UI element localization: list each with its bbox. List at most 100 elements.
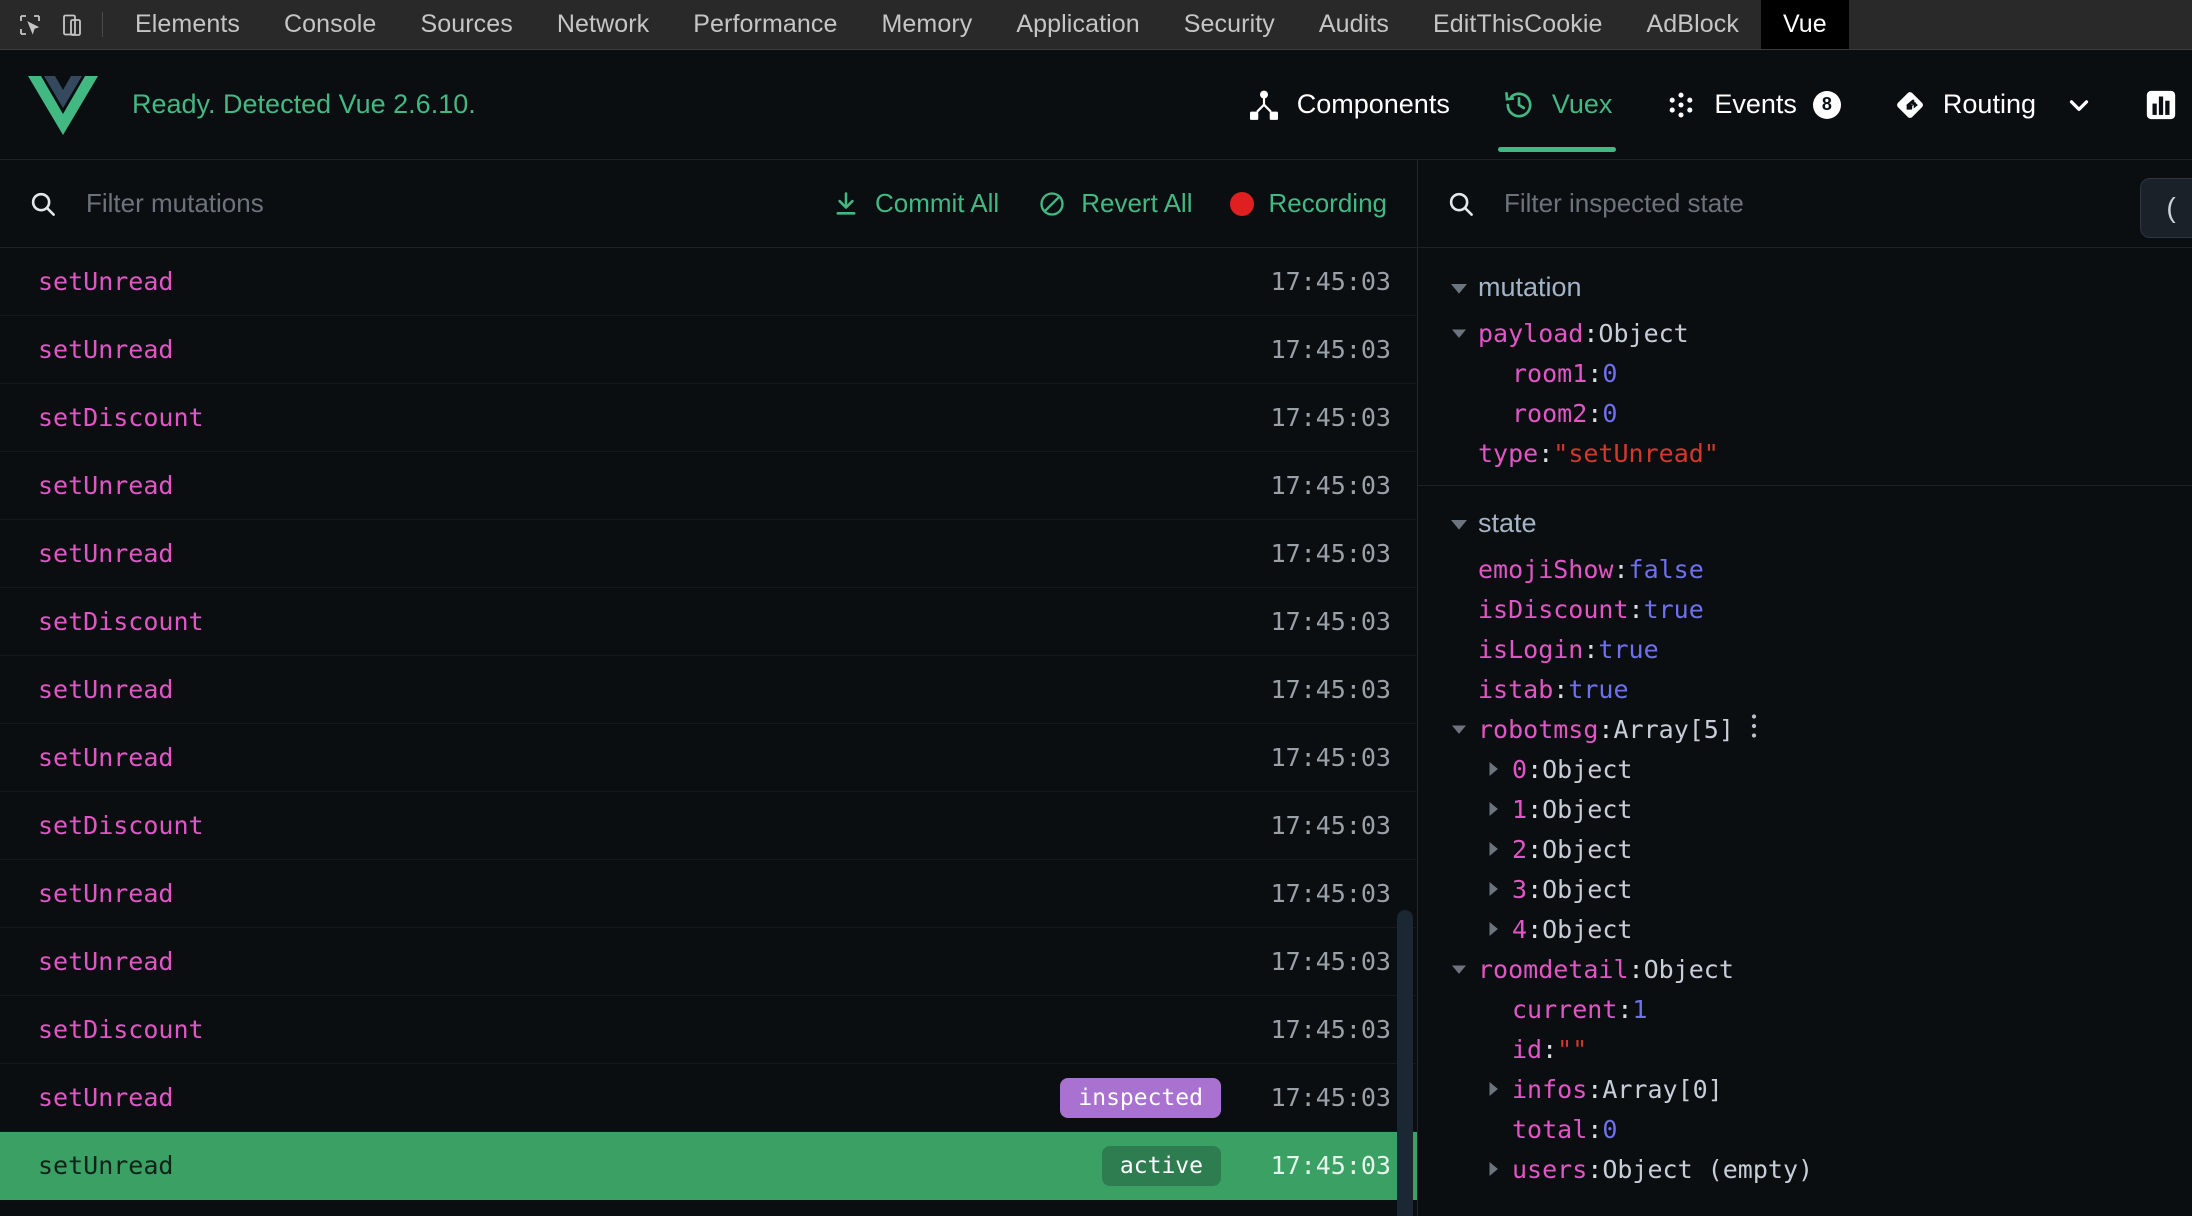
mutations-scrollbar-track[interactable]: [1397, 160, 1413, 1216]
tree-row[interactable]: current: 1: [1418, 989, 2192, 1029]
chevron-down-icon[interactable]: [1446, 716, 1472, 742]
tree-row[interactable]: emojiShow: false: [1418, 549, 2192, 589]
mutation-row-meta: 17:45:03: [1241, 267, 1391, 296]
bar-chart-icon[interactable]: [2120, 88, 2192, 122]
tree-row[interactable]: infos: Array[0]: [1418, 1069, 2192, 1109]
devtools-tab-console[interactable]: Console: [262, 0, 398, 49]
chevron-down-icon[interactable]: [1446, 956, 1472, 982]
tree-group-mutation[interactable]: mutation: [1418, 262, 2192, 313]
devtools-tab-vue[interactable]: Vue: [1760, 0, 1849, 49]
mutation-row[interactable]: setUnread 17:45:03: [0, 452, 1417, 520]
tree-value: Object: [1542, 754, 1633, 784]
commit-all-button[interactable]: Commit All: [831, 188, 999, 219]
tree-row[interactable]: 3: Object: [1418, 869, 2192, 909]
tree-row[interactable]: istab: true: [1418, 669, 2192, 709]
inspect-element-icon[interactable]: [16, 11, 44, 39]
tree-value: true: [1568, 674, 1629, 704]
nav-item-components[interactable]: Components: [1221, 50, 1476, 160]
mutation-row[interactable]: setUnread active 17:45:03: [0, 1132, 1417, 1200]
tree-separator: :: [1587, 358, 1603, 388]
tree-separator: :: [1553, 674, 1569, 704]
tree-row[interactable]: type: "setUnread": [1418, 433, 2192, 473]
chevron-right-icon[interactable]: [1480, 796, 1506, 822]
filter-inspected-state-input[interactable]: [1504, 188, 2166, 219]
tree-key: type: [1478, 438, 1539, 468]
mutation-row[interactable]: setUnread 17:45:03: [0, 928, 1417, 996]
revert-all-button[interactable]: Revert All: [1037, 188, 1192, 219]
mutation-row[interactable]: setUnread 17:45:03: [0, 316, 1417, 384]
tree-row[interactable]: 1: Object: [1418, 789, 2192, 829]
tree-row[interactable]: users: Object (empty): [1418, 1149, 2192, 1189]
mutation-row[interactable]: setDiscount 17:45:03: [0, 996, 1417, 1064]
vue-logo: [28, 72, 98, 138]
tree-separator: :: [1587, 1154, 1603, 1184]
mutations-scrollbar-thumb[interactable]: [1397, 910, 1413, 1216]
mutation-timestamp: 17:45:03: [1270, 675, 1391, 704]
chevron-right-icon[interactable]: [1480, 1156, 1506, 1182]
tree-row[interactable]: room2: 0: [1418, 393, 2192, 433]
tree-row[interactable]: robotmsg: Array[5]: [1418, 709, 2192, 749]
mutation-name: setDiscount: [38, 811, 204, 840]
mutation-row[interactable]: setUnread 17:45:03: [0, 656, 1417, 724]
devtools-tab-editthiscookie[interactable]: EditThisCookie: [1411, 0, 1625, 49]
mutation-row[interactable]: setDiscount 17:45:03: [0, 384, 1417, 452]
filter-mutations-input[interactable]: [86, 188, 831, 219]
tree-row[interactable]: 4: Object: [1418, 909, 2192, 949]
devtools-tab-network[interactable]: Network: [535, 0, 671, 49]
chevron-right-icon[interactable]: [1480, 916, 1506, 942]
tree-row[interactable]: roomdetail: Object: [1418, 949, 2192, 989]
tree-key: 4: [1512, 914, 1528, 944]
tree-value: Object (empty): [1602, 1154, 1814, 1184]
tree-row[interactable]: 0: Object: [1418, 749, 2192, 789]
tree-row[interactable]: payload: Object: [1418, 313, 2192, 353]
inspector-edge-button[interactable]: (: [2140, 178, 2192, 238]
tree-separator: :: [1527, 874, 1543, 904]
tree-row[interactable]: total: 0: [1418, 1109, 2192, 1149]
nav-item-routing[interactable]: Routing: [1867, 50, 2120, 160]
devtools-tab-elements[interactable]: Elements: [113, 0, 262, 49]
tree-row-menu-icon[interactable]: [1750, 713, 1758, 745]
chevron-right-icon[interactable]: [1480, 876, 1506, 902]
nav-item-vuex[interactable]: Vuex: [1476, 50, 1639, 160]
tree-group-state[interactable]: state: [1418, 498, 2192, 549]
tree-separator: :: [1617, 994, 1633, 1024]
recording-button[interactable]: Recording: [1230, 188, 1387, 219]
mutation-row[interactable]: setUnread 17:45:03: [0, 520, 1417, 588]
devtools-tab-application[interactable]: Application: [994, 0, 1161, 49]
devtools-tab-performance[interactable]: Performance: [671, 0, 859, 49]
devtools-tab-label: Memory: [881, 10, 973, 38]
vue-devtools-header: Ready. Detected Vue 2.6.10. Components Vu…: [0, 50, 2192, 160]
tree-row[interactable]: id: "": [1418, 1029, 2192, 1069]
devtools-tab-adblock[interactable]: AdBlock: [1625, 0, 1761, 49]
device-toolbar-icon[interactable]: [58, 11, 86, 39]
devtools-tab-label: Performance: [693, 10, 838, 38]
mutation-row[interactable]: setUnread 17:45:03: [0, 860, 1417, 928]
nav-item-events[interactable]: Events 8: [1638, 50, 1867, 160]
devtools-tab-security[interactable]: Security: [1162, 0, 1297, 49]
mutation-timestamp: 17:45:03: [1270, 335, 1391, 364]
tree-value: 1: [1632, 994, 1648, 1024]
tree-row[interactable]: isLogin: true: [1418, 629, 2192, 669]
tree-row[interactable]: isDiscount: true: [1418, 589, 2192, 629]
mutation-timestamp: 17:45:03: [1270, 607, 1391, 636]
tree-row[interactable]: room1: 0: [1418, 353, 2192, 393]
tree-value: Array[0]: [1602, 1074, 1723, 1104]
chevron-right-icon[interactable]: [1480, 1076, 1506, 1102]
chevron-right-icon[interactable]: [1480, 836, 1506, 862]
mutation-row[interactable]: setUnread 17:45:03: [0, 248, 1417, 316]
mutation-name: setUnread: [38, 539, 174, 568]
tree-row[interactable]: 2: Object: [1418, 829, 2192, 869]
mutation-row[interactable]: setDiscount 17:45:03: [0, 588, 1417, 656]
inspector-tree: mutation payload: Object room1: 0 room2: 0…: [1418, 248, 2192, 1216]
chevron-down-icon[interactable]: [2064, 90, 2094, 120]
devtools-tab-audits[interactable]: Audits: [1297, 0, 1411, 49]
chevron-right-icon[interactable]: [1480, 756, 1506, 782]
mutation-row[interactable]: setUnread inspected 17:45:03: [0, 1064, 1417, 1132]
devtools-tab-label: EditThisCookie: [1432, 10, 1603, 38]
devtools-tab-label: Sources: [420, 10, 513, 38]
devtools-tab-memory[interactable]: Memory: [859, 0, 994, 49]
chevron-down-icon[interactable]: [1446, 320, 1472, 346]
mutation-row[interactable]: setDiscount 17:45:03: [0, 792, 1417, 860]
devtools-tab-sources[interactable]: Sources: [398, 0, 534, 49]
mutation-row[interactable]: setUnread 17:45:03: [0, 724, 1417, 792]
